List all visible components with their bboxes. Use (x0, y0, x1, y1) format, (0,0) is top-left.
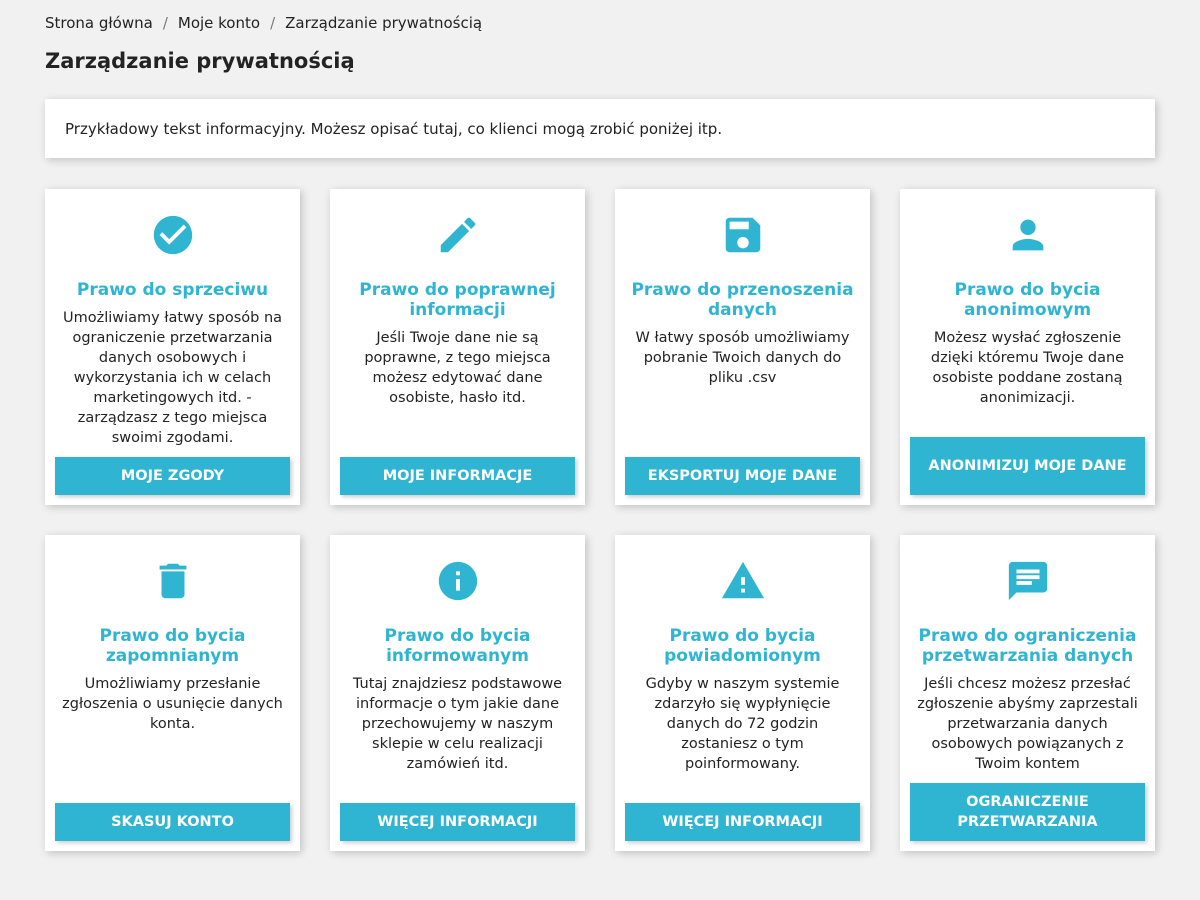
my-information-button[interactable]: Moje informacje (340, 457, 575, 495)
breadcrumb: Strona główna / Moje konto / Zarządzanie… (45, 14, 482, 32)
card-description: Gdyby w naszym systemie zdarzyło się wyp… (645, 676, 840, 772)
chat-bubble-icon (900, 559, 1155, 603)
more-information-button[interactable]: Więcej informacji (625, 803, 860, 841)
restrict-processing-button[interactable]: Ograniczenie przetwarzania (910, 783, 1145, 841)
anonymize-my-data-button[interactable]: Anonimizuj moje dane (910, 437, 1145, 495)
card-right-to-portability: Prawo do przenoszenia danych W łatwy spo… (615, 189, 870, 505)
person-icon (900, 213, 1155, 257)
card-title: Prawo do przenoszenia danych (631, 280, 854, 320)
trash-icon (45, 559, 300, 603)
info-box: Przykładowy tekst informacyjny. Możesz o… (45, 99, 1155, 158)
card-description: Możesz wysłać zgłoszenie dzięki któremu … (930, 330, 1125, 406)
card-description: W łatwy sposób umożliwiamy pobranie Twoi… (635, 330, 850, 386)
breadcrumb-account-link[interactable]: Moje konto (178, 14, 260, 32)
pencil-icon (330, 213, 585, 257)
card-title: Prawo do ograniczenia przetwarzania dany… (918, 626, 1137, 666)
warning-triangle-icon (615, 559, 870, 603)
card-right-to-be-notified: Prawo do bycia powiadomionym Gdyby w nas… (615, 535, 870, 851)
card-right-to-be-informed: Prawo do bycia informowanym Tutaj znajdz… (330, 535, 585, 851)
card-description: Tutaj znajdziesz podstawowe informacje o… (352, 676, 563, 772)
page-title: Zarządzanie prywatnością (45, 49, 355, 73)
card-right-to-object: Prawo do sprzeciwu Umożliwiamy łatwy spo… (45, 189, 300, 505)
card-description: Jeśli Twoje dane nie są poprawne, z tego… (364, 330, 551, 406)
info-text: Przykładowy tekst informacyjny. Możesz o… (65, 119, 723, 138)
export-my-data-button[interactable]: Eksportuj moje dane (625, 457, 860, 495)
more-information-button[interactable]: Więcej informacji (340, 803, 575, 841)
breadcrumb-separator: / (270, 14, 276, 32)
card-right-to-be-forgotten: Prawo do bycia zapomnianym Umożliwiamy p… (45, 535, 300, 851)
delete-account-button[interactable]: Skasuj konto (55, 803, 290, 841)
card-right-to-rectification: Prawo do poprawnej informacji Jeśli Twoj… (330, 189, 585, 505)
check-circle-icon (45, 213, 300, 257)
card-description: Jeśli chcesz możesz przesłać zgłoszenie … (917, 676, 1138, 772)
card-title: Prawo do poprawnej informacji (359, 280, 556, 320)
card-description: Umożliwiamy łatwy sposób na ograniczenie… (62, 310, 283, 446)
breadcrumb-home-link[interactable]: Strona główna (45, 14, 153, 32)
card-title: Prawo do bycia powiadomionym (664, 626, 821, 666)
info-circle-icon (330, 559, 585, 603)
my-consents-button[interactable]: Moje zgody (55, 457, 290, 495)
card-right-to-anonymity: Prawo do bycia anonimowym Możesz wysłać … (900, 189, 1155, 505)
breadcrumb-separator: / (162, 14, 168, 32)
card-title: Prawo do bycia anonimowym (954, 280, 1101, 320)
floppy-disk-icon (615, 213, 870, 257)
card-title: Prawo do bycia zapomnianym (99, 626, 246, 666)
card-title: Prawo do bycia informowanym (384, 626, 531, 666)
card-title: Prawo do sprzeciwu (76, 280, 269, 300)
card-right-to-restrict-processing: Prawo do ograniczenia przetwarzania dany… (900, 535, 1155, 851)
card-description: Umożliwiamy przesłanie zgłoszenia o usun… (62, 676, 283, 732)
breadcrumb-current: Zarządzanie prywatnością (285, 14, 483, 32)
